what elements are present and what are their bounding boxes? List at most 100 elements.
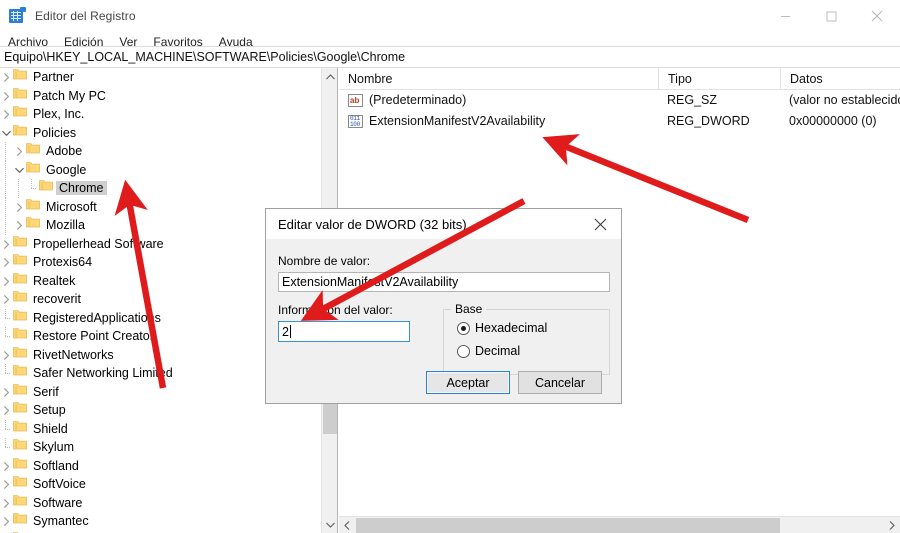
tree-indent-guide [0,216,13,235]
value-name-cell: 011 100 ExtensionManifestV2Availability [339,111,658,132]
tree-indent-guide [0,142,13,161]
tree-indent-guide [13,179,26,198]
chevron-right-icon[interactable] [0,494,13,513]
chevron-right-icon[interactable] [13,216,26,235]
chevron-right-icon[interactable] [0,272,13,291]
folder-icon [13,512,30,531]
table-row[interactable]: ab (Predeterminado) REG_SZ (valor no establ… [339,90,900,111]
tree-item-label: Shield [33,421,68,436]
column-header-tipo[interactable]: Tipo [658,68,780,90]
radio-hexadecimal[interactable]: Hexadecimal [457,321,547,335]
dialog-title-bar: Editar valor de DWORD (32 bits) [266,209,621,239]
scroll-left-icon[interactable] [339,517,355,533]
chevron-right-icon[interactable] [0,68,13,87]
chevron-right-icon[interactable] [13,198,26,217]
folder-icon [13,253,30,272]
chevron-right-icon[interactable] [0,87,13,106]
table-row[interactable]: 011 100 ExtensionManifestV2Availability REG… [339,111,900,132]
tree-item-label: Software [33,495,83,510]
tree-item-label: Partner [33,70,74,85]
tree-item-softvoice[interactable]: SoftVoice [0,475,322,494]
chevron-right-icon[interactable] [13,142,26,161]
tree-indent-guide [0,179,13,198]
list-rows: ab (Predeterminado) REG_SZ (valor no establ… [339,90,900,132]
value-name-input[interactable]: ExtensionManifestV2Availability [278,272,610,292]
tree-item-adobe[interactable]: Adobe [0,142,322,161]
string-value-icon: ab [348,93,363,107]
tree-item-software[interactable]: Software [0,494,322,513]
radio-hexadecimal-dot [457,321,470,335]
tree-item-label: Mozilla [46,218,85,233]
radio-hexadecimal-label: Hexadecimal [475,321,548,335]
tree-indent-guide [0,197,13,217]
chevron-down-icon[interactable] [0,124,13,143]
chevron-right-icon[interactable] [0,290,13,309]
folder-icon [13,475,30,494]
folder-icon [13,290,30,309]
address-bar[interactable]: Equipo\HKEY_LOCAL_MACHINE\SOFTWARE\Polic… [0,46,900,68]
tree-item-label: RivetNetworks [33,347,114,362]
tree-item-label: Patch My PC [33,88,106,103]
tree-item-label: Plex, Inc. [33,107,85,122]
column-header-nombre[interactable]: Nombre [339,68,658,90]
chevron-right-icon[interactable] [0,346,13,365]
registry-editor-window: Editor del Registro Archivo Edición Ver … [0,0,900,533]
radio-decimal[interactable]: Decimal [457,344,520,358]
chevron-right-icon[interactable] [0,105,13,124]
tree-item-label: Serif [33,384,59,399]
scroll-down-icon[interactable] [322,516,337,533]
tree-item-shield[interactable]: Shield [0,419,322,439]
tree-leaf-connector [0,327,13,346]
tree-item-patch-my-pc[interactable]: Patch My PC [0,87,322,106]
value-data-input[interactable]: 2 [278,321,410,342]
chevron-right-icon[interactable] [0,457,13,476]
chevron-right-icon[interactable] [0,512,13,531]
value-name-text: (Predeterminado) [369,93,467,107]
tree-leaf-connector [0,438,13,457]
accept-button[interactable]: Aceptar [426,371,510,394]
text-caret [289,325,291,338]
tree-item-policies[interactable]: Policies [0,124,322,143]
folder-icon [13,457,30,476]
list-header: Nombre Tipo Datos [339,68,900,90]
tree-item-partner[interactable]: Partner [0,68,322,87]
scroll-right-icon[interactable] [884,517,900,533]
tree-leaf-connector [26,179,39,198]
maximize-button[interactable] [808,0,854,32]
column-header-datos[interactable]: Datos [780,68,900,90]
tree-item-symantec[interactable]: Symantec [0,512,322,531]
chevron-right-icon[interactable] [0,235,13,254]
folder-icon [13,383,30,402]
list-scrollbar-thumb[interactable] [356,518,780,533]
folder-icon [13,309,30,328]
chevron-right-icon[interactable] [0,401,13,420]
value-name-label: Nombre de valor: [278,254,371,268]
tree-item-plex-inc[interactable]: Plex, Inc. [0,105,322,124]
folder-icon [26,198,43,217]
tree-item-label: Microsoft [46,199,97,214]
folder-icon [26,161,43,180]
tree-item-softland[interactable]: Softland [0,457,322,476]
chevron-down-icon[interactable] [13,161,26,180]
tree-item-chrome[interactable]: Chrome [0,179,322,198]
minimize-button[interactable] [762,0,808,32]
tree-item-label: Softland [33,458,79,473]
chevron-right-icon[interactable] [0,475,13,494]
tree-item-skylum[interactable]: Skylum [0,438,322,457]
scroll-up-icon[interactable] [322,68,337,85]
close-button[interactable] [854,0,900,32]
tree-item-google[interactable]: Google [0,160,322,180]
folder-icon [13,401,30,420]
dialog-body: Nombre de valor: ExtensionManifestV2Avai… [266,239,621,403]
dialog-close-button[interactable] [579,209,621,239]
chevron-right-icon[interactable] [0,253,13,272]
cancel-button[interactable]: Cancelar [518,371,602,394]
window-controls [762,0,900,32]
value-type-cell: REG_SZ [667,93,718,107]
title-bar: Editor del Registro [0,0,900,32]
list-horizontal-scrollbar[interactable] [339,516,900,533]
folder-icon [13,105,30,124]
chevron-right-icon[interactable] [0,383,13,402]
folder-icon [13,68,30,87]
edit-dword-dialog: Editar valor de DWORD (32 bits) Nombre d… [265,208,622,404]
